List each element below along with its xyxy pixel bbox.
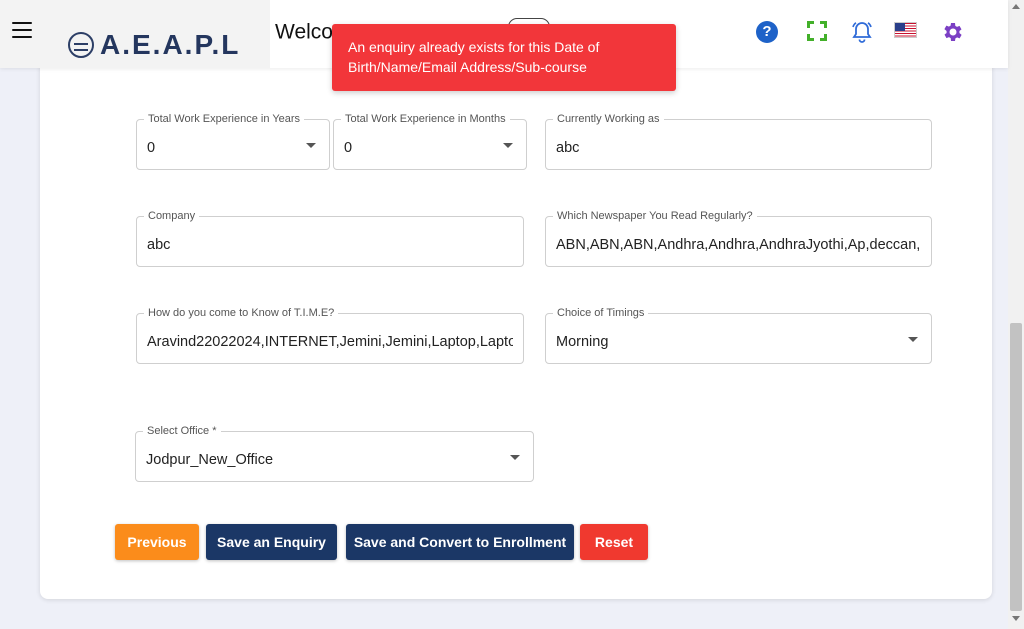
error-toast: An enquiry already exists for this Date … [332, 24, 676, 91]
scroll-up-arrow-icon[interactable] [1012, 4, 1020, 9]
working-as-field[interactable]: Currently Working as abc [545, 112, 932, 170]
company-value: abc [147, 237, 171, 253]
fullscreen-icon[interactable] [807, 21, 827, 41]
page-scrollbar[interactable] [1008, 0, 1024, 629]
brand-emblem-icon [68, 32, 94, 58]
timings-value: Morning [556, 334, 609, 350]
exp-months-label: Total Work Experience in Months [341, 112, 510, 126]
help-icon[interactable]: ? [756, 21, 778, 43]
company-label: Company [144, 209, 200, 223]
exp-years-select[interactable]: Total Work Experience in Years 0 [136, 112, 330, 170]
exp-years-label: Total Work Experience in Years [144, 112, 305, 126]
company-field[interactable]: Company abc [136, 209, 524, 267]
convert-enrollment-button[interactable]: Save and Convert to Enrollment [346, 524, 574, 560]
newspaper-value: ABN,ABN,ABN,Andhra,Andhra,AndhraJyothi,A… [556, 237, 921, 253]
office-select[interactable]: Select Office * Jodpur_New_Office [135, 424, 534, 482]
exp-years-value: 0 [147, 140, 156, 156]
timings-select[interactable]: Choice of Timings Morning [545, 306, 932, 364]
exp-months-value: 0 [344, 140, 353, 156]
settings-gear-icon[interactable] [940, 20, 964, 44]
chevron-down-icon [510, 455, 520, 460]
office-label: Select Office * [143, 424, 221, 438]
office-value: Jodpur_New_Office [146, 452, 274, 468]
working-as-label: Currently Working as [553, 112, 664, 126]
save-enquiry-button[interactable]: Save an Enquiry [206, 524, 337, 560]
chevron-down-icon [503, 143, 513, 148]
newspaper-select[interactable]: Which Newspaper You Read Regularly? ABN,… [545, 209, 932, 267]
timings-label: Choice of Timings [553, 306, 649, 320]
chevron-down-icon [306, 143, 316, 148]
working-as-value: abc [556, 140, 580, 156]
know-time-value: Aravind22022024,INTERNET,Jemini,Jemini,L… [147, 334, 513, 350]
menu-icon[interactable] [12, 22, 32, 38]
exp-months-select[interactable]: Total Work Experience in Months 0 [333, 112, 527, 170]
brand-logo-text: A.E.A.P.L [100, 29, 241, 60]
reset-button[interactable]: Reset [580, 524, 648, 560]
scrollbar-thumb[interactable] [1010, 323, 1022, 611]
logo-area: A.E.A.P.L [0, 0, 270, 68]
us-flag-icon[interactable] [894, 22, 917, 38]
know-time-label: How do you come to Know of T.I.M.E? [144, 306, 339, 320]
scroll-down-arrow-icon[interactable] [1012, 616, 1020, 621]
know-time-select[interactable]: How do you come to Know of T.I.M.E? Arav… [136, 306, 524, 364]
notification-bell-icon[interactable] [850, 20, 874, 44]
previous-button[interactable]: Previous [115, 524, 199, 560]
newspaper-label: Which Newspaper You Read Regularly? [553, 209, 757, 223]
chevron-down-icon [908, 337, 918, 342]
